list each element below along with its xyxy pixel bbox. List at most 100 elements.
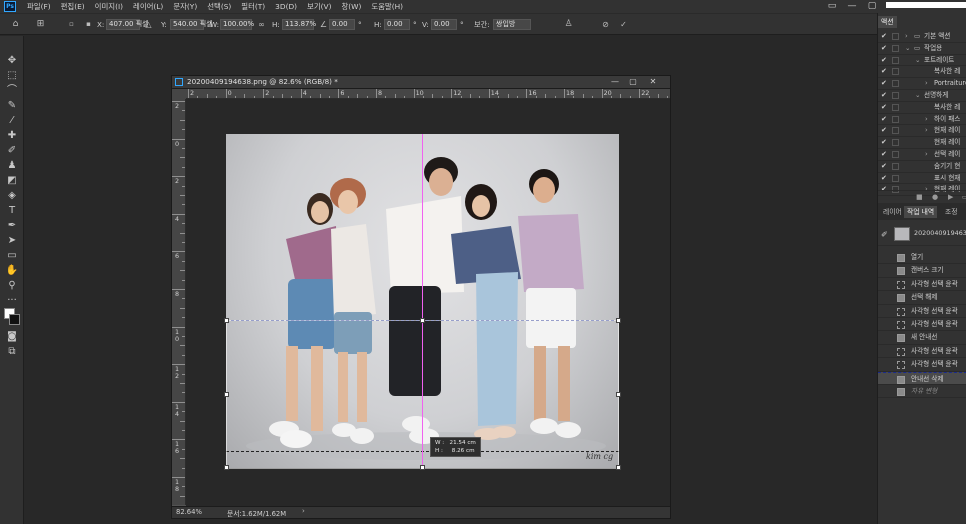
check-icon[interactable]: ✔ [881, 137, 889, 148]
vertical-guide[interactable] [422, 134, 423, 468]
transform-handle[interactable] [224, 392, 229, 397]
dialog-toggle-box[interactable] [892, 80, 899, 88]
screen-mode-icon[interactable]: ⧉ [4, 345, 20, 359]
transform-handle[interactable] [616, 318, 621, 323]
brush-tool-icon[interactable]: ✐ [4, 144, 20, 158]
dialog-toggle-box[interactable] [892, 115, 899, 123]
transform-handle[interactable] [420, 318, 425, 323]
dialog-toggle-box[interactable] [892, 174, 899, 182]
tab-layers[interactable]: 레이어 [880, 206, 905, 218]
tab-actions[interactable]: 액션 [878, 16, 897, 28]
action-row[interactable]: ✔ › ▭ 기본 액션 [878, 31, 966, 43]
history-snapshot[interactable]: ✐ 20200409194638.png [878, 224, 966, 246]
action-row[interactable]: ✔ 복사한 레 [878, 66, 966, 79]
history-row[interactable]: 사각형 선택 윤곽 [878, 345, 966, 359]
dialog-toggle-box[interactable] [892, 127, 899, 135]
eraser-tool-icon[interactable]: ◩ [4, 174, 20, 188]
menu-filter[interactable]: 필터(T) [236, 1, 270, 12]
action-row[interactable]: ✔ › 현재 레이 [878, 125, 966, 138]
history-row[interactable]: 캔버스 크기 [878, 264, 966, 278]
canvas[interactable]: kim cg W : 21.54 cm H : 8.26 cm [186, 99, 670, 506]
action-row[interactable]: ✔ 숨기기 현 [878, 161, 966, 173]
transform-handle[interactable] [420, 465, 425, 470]
check-icon[interactable]: ✔ [881, 125, 889, 136]
history-row[interactable]: 자유 변형 [878, 385, 966, 399]
zoom-level[interactable]: 82.64% [176, 508, 202, 516]
tab-adjustments[interactable]: 조정 [942, 206, 961, 218]
quick-select-tool-icon[interactable]: ✎ [4, 99, 20, 113]
dialog-toggle-box[interactable] [892, 103, 899, 111]
history-row[interactable]: 사각형 선택 윤곽 [878, 305, 966, 318]
minimize-icon[interactable]: — [608, 76, 622, 88]
chevron-right-icon[interactable]: › [925, 125, 928, 136]
action-row[interactable]: ✔ ⌄ 포트레이트 [878, 55, 966, 67]
maximize-icon[interactable]: ▢ [626, 76, 640, 88]
dialog-toggle-box[interactable] [892, 151, 899, 158]
status-menu-icon[interactable]: › [302, 507, 305, 515]
home-icon[interactable]: ⌂ [10, 19, 21, 30]
menu-select[interactable]: 선택(S) [202, 1, 236, 12]
chevron-down-icon[interactable]: ⌄ [915, 55, 921, 66]
check-icon[interactable]: ✔ [881, 173, 889, 184]
chevron-right-icon[interactable]: › [925, 114, 928, 125]
chevron-down-icon[interactable]: ⌄ [905, 43, 911, 54]
check-icon[interactable]: ✔ [881, 102, 889, 113]
height-input[interactable]: 113.87% [282, 19, 316, 30]
check-icon[interactable]: ✔ [881, 31, 889, 42]
warp-icon[interactable]: ♙ [563, 19, 574, 30]
rotate-icon[interactable]: ∠ [318, 19, 329, 30]
dialog-toggle-box[interactable] [892, 44, 899, 52]
menu-edit[interactable]: 편집(E) [56, 1, 90, 12]
play-icon[interactable]: ▶ [948, 193, 953, 201]
background-color-swatch[interactable] [9, 314, 20, 325]
check-icon[interactable]: ✔ [881, 114, 889, 125]
rotate-input[interactable]: 0.00 [329, 19, 355, 30]
action-row[interactable]: ✔ ⌄ 선명하게 [878, 90, 966, 102]
action-row[interactable]: ✔ › Portraiture [878, 78, 966, 90]
history-row[interactable]: 사각형 선택 윤곽 [878, 358, 966, 372]
history-row[interactable]: 새 안내선 [878, 331, 966, 345]
action-row[interactable]: ✔ 현재 레이 [878, 137, 966, 149]
path-select-tool-icon[interactable]: ➤ [4, 234, 20, 248]
action-row[interactable]: ✔ 표시 현재 [878, 173, 966, 185]
move-tool-icon[interactable]: ✥ [4, 54, 20, 68]
action-row[interactable]: ✔ 복사한 레 [878, 102, 966, 114]
tab-history[interactable]: 작업 내역 [904, 206, 938, 218]
document-size-info[interactable]: 문서:1.62M/1.62M [227, 508, 286, 518]
check-icon[interactable]: ✔ [881, 78, 889, 89]
record-icon[interactable]: ● [932, 193, 938, 201]
lasso-tool-icon[interactable]: ⌒ [4, 84, 20, 98]
eyedropper-tool-icon[interactable]: ⁄ [4, 114, 20, 128]
pen-tool-icon[interactable]: ✒ [4, 219, 20, 233]
rectangle-tool-icon[interactable]: ▭ [4, 249, 20, 263]
menu-window[interactable]: 창(W) [336, 1, 366, 12]
history-row[interactable]: 열기 [878, 251, 966, 265]
ref-point-icon[interactable]: ▪ [83, 19, 94, 30]
gradient-tool-icon[interactable]: ◈ [4, 189, 20, 203]
history-row[interactable]: 선택 해제 [878, 291, 966, 305]
check-icon[interactable]: ✔ [881, 149, 889, 160]
history-row[interactable]: 사각형 선택 윤곽 [878, 318, 966, 332]
new-set-icon[interactable]: ▭ [962, 193, 966, 201]
check-icon[interactable]: ✔ [881, 66, 889, 77]
stop-recording-icon[interactable]: ■ [916, 193, 923, 201]
dialog-toggle-box[interactable] [892, 139, 899, 147]
vertical-ruler[interactable]: 2 0 2 4 6 8 10 12 14 16 18 [172, 99, 186, 505]
type-tool-icon[interactable]: T [4, 204, 20, 218]
width-input[interactable]: 100.00% [220, 19, 254, 30]
marquee-tool-icon[interactable]: ⬚ [4, 69, 20, 83]
check-icon[interactable]: ✔ [881, 43, 889, 54]
h-skew-input[interactable]: 0.00 [384, 19, 410, 30]
menu-file[interactable]: 파일(F) [22, 1, 56, 12]
transform-handle[interactable] [224, 465, 229, 470]
history-row[interactable]: 사각형 선택 윤곽 [878, 278, 966, 292]
y-input[interactable]: 540.00 픽셀 [170, 19, 213, 30]
quick-mask-icon[interactable]: ◙ [4, 330, 20, 344]
v-skew-input[interactable]: 0.00 [431, 19, 457, 30]
clone-stamp-tool-icon[interactable]: ♟ [4, 159, 20, 173]
chevron-right-icon[interactable]: › [905, 31, 908, 42]
more-tools-icon[interactable]: ··· [4, 294, 20, 308]
cancel-transform-icon[interactable]: ⊘ [600, 19, 611, 30]
chevron-right-icon[interactable]: › [925, 149, 928, 160]
transform-handle[interactable] [616, 465, 621, 470]
